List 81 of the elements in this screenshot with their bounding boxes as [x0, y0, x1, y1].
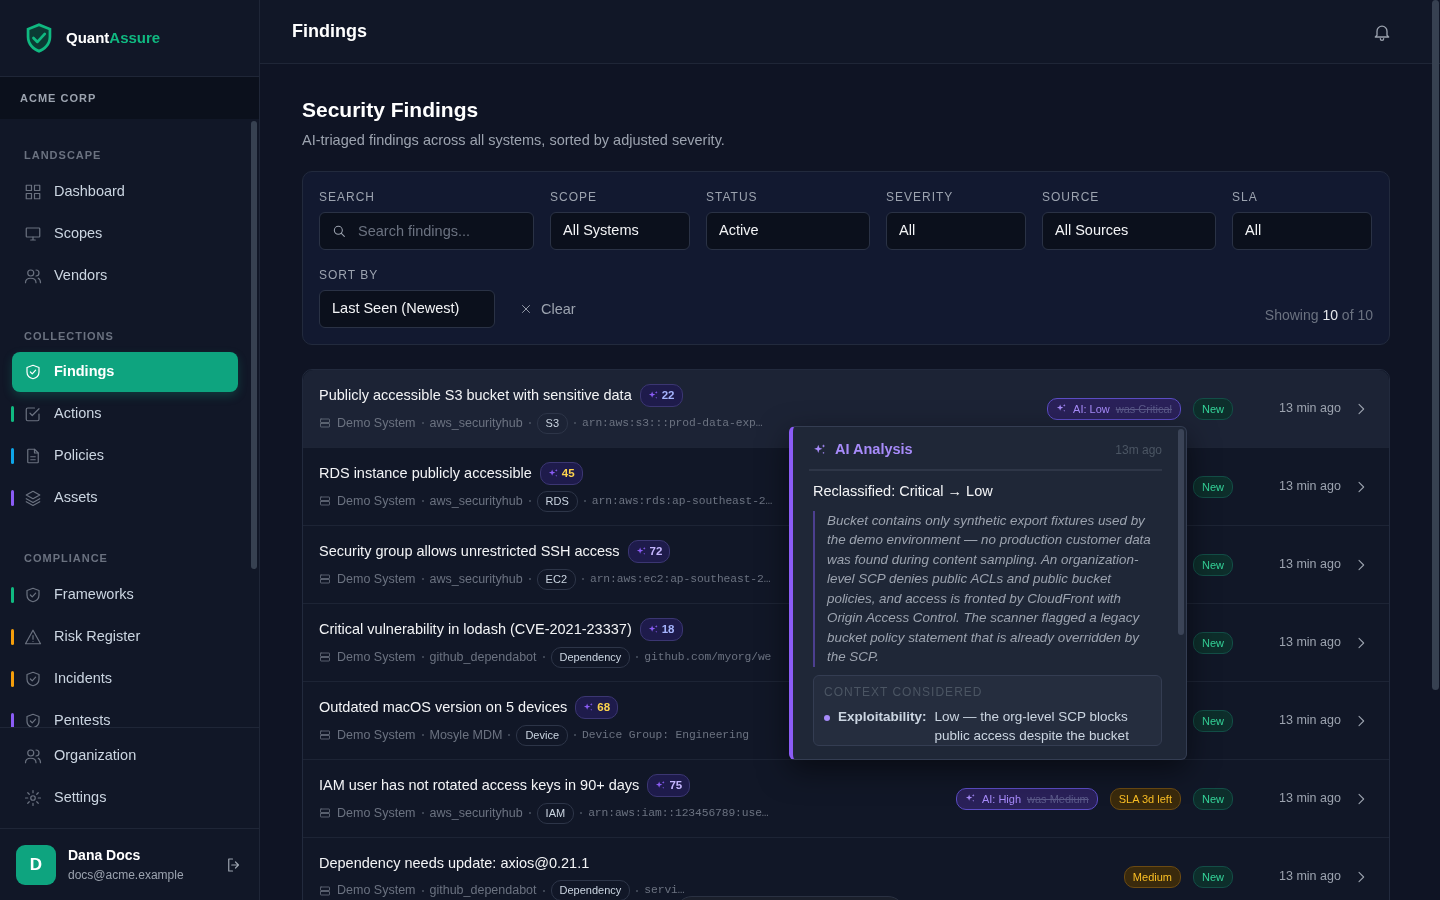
status-badge: New — [1193, 553, 1233, 576]
page-header-title: Findings — [292, 20, 367, 43]
finding-title: Security group allows unrestricted SSH access — [319, 541, 620, 561]
timestamp: 13 min ago — [1279, 712, 1341, 730]
timestamp: 13 min ago — [1279, 790, 1341, 808]
organization-name: ACME CORP — [20, 90, 97, 106]
page-title: Security Findings — [302, 97, 480, 123]
analysis-text: Bucket contains only synthetic export fixtures used by the demo environment — no production customer data was found during content sampling. An organization-level SCP denies public ACLs and public bucket policies, and access is fronted by CloudFront with Origin Access Control. The scanner flagged a legacy bucket policy statement that is already overridden by the SCP. — [827, 511, 1152, 667]
results-count: Showing 10 of 10 — [1264, 306, 1373, 326]
brand-name: QuantAssure — [66, 27, 161, 48]
source-name: aws_securityhub — [429, 493, 523, 510]
field-label: SCOPE — [550, 189, 598, 207]
field-label: SEVERITY — [886, 189, 955, 207]
timestamp: 13 min ago — [1279, 400, 1341, 418]
reclassification-heading: Reclassified: Critical → Low — [812, 482, 994, 501]
resource-id: arn:aws:ec2:ap-southeast-2… — [590, 571, 771, 587]
type-tag: EC2 — [536, 569, 576, 590]
type-tag: Device — [516, 725, 569, 746]
resource-id: github.com/myorg/we — [644, 649, 772, 665]
system-name: Demo System — [337, 415, 416, 432]
field-label: SOURCE — [1042, 189, 1101, 207]
finding-title: Outdated macOS version on 5 devices — [319, 697, 568, 717]
sla-badge: SLA 3d left — [1109, 787, 1181, 810]
user-name: Dana Docs — [68, 846, 142, 865]
user-email: docs@acme.example — [68, 867, 185, 884]
context-label: Exploitability: — [838, 707, 927, 726]
ai-severity-badge: AI: Low was Critical — [1047, 397, 1181, 420]
timestamp: 13 min ago — [1279, 478, 1341, 496]
status-badge: New — [1193, 787, 1233, 810]
field-label: STATUS — [706, 189, 759, 207]
section-heading: COMPLIANCE — [23, 551, 109, 566]
timestamp: 13 min ago — [1279, 556, 1341, 574]
status-badge: New — [1193, 475, 1233, 498]
system-name: Demo System — [337, 727, 416, 744]
score-badge: 45 — [539, 461, 583, 486]
source-name: aws_securityhub — [429, 805, 523, 822]
source-name: github_dependabot — [429, 649, 537, 666]
finding-title: RDS instance publicly accessible — [319, 463, 532, 483]
field-label: SEARCH — [319, 189, 376, 207]
system-name: Demo System — [337, 805, 416, 822]
system-name: Demo System — [337, 882, 416, 900]
resource-id: arn:aws:s3:::prod-data-exp… — [582, 415, 763, 431]
system-name: Demo System — [337, 571, 416, 588]
resource-id: servi… — [644, 883, 685, 899]
resource-id: arn:aws:iam::123456789:use… — [588, 805, 769, 821]
field-label: SORT BY — [319, 267, 380, 285]
status-badge: New — [1193, 709, 1233, 732]
finding-title: Publicly accessible S3 bucket with sensitive data — [319, 385, 632, 405]
section-heading: COLLECTIONS — [23, 328, 115, 344]
status-badge: New — [1193, 631, 1233, 654]
source-name: Mosyle MDM — [429, 727, 503, 744]
source-name: aws_securityhub — [429, 571, 523, 588]
status-badge: New — [1193, 865, 1233, 888]
system-name: Demo System — [337, 649, 416, 666]
section-heading: LANDSCAPE — [23, 148, 103, 163]
type-tag: Dependency — [550, 647, 631, 668]
finding-title: Critical vulnerability in lodash (CVE-2021-23337) — [319, 619, 632, 639]
score-badge: 75 — [647, 773, 691, 798]
page-subtitle: AI-triaged findings across all systems, sorted by adjusted severity. — [302, 130, 726, 150]
field-label: SLA — [1232, 189, 1259, 207]
context-value: Low — the org-level SCP blocks public access despite the bucket — [934, 707, 1130, 745]
resource-id: Device Group: Engineering — [582, 727, 750, 743]
user-avatar: D — [16, 844, 56, 885]
score-badge: 68 — [575, 695, 619, 720]
type-tag: IAM — [536, 803, 575, 824]
finding-title: Dependency needs update: axios@0.21.1 — [319, 853, 590, 873]
timestamp: 13 min ago — [1279, 868, 1341, 886]
type-tag: S3 — [536, 413, 569, 434]
finding-title: IAM user has not rotated access keys in 90+ days — [319, 775, 640, 795]
ai-severity-badge: AI: High was Medium — [955, 787, 1098, 810]
type-tag: RDS — [536, 491, 578, 512]
score-badge: 18 — [639, 617, 683, 642]
status-badge: New — [1193, 397, 1233, 420]
score-badge: 22 — [639, 383, 683, 408]
resource-id: arn:aws:rds:ap-southeast-2… — [591, 493, 773, 509]
timestamp: 13 min ago — [1279, 634, 1341, 652]
source-name: aws_securityhub — [429, 415, 523, 432]
source-name: github_dependabot — [429, 882, 537, 900]
score-badge: 72 — [627, 539, 671, 564]
system-name: Demo System — [337, 493, 416, 510]
severity-badge: Medium — [1123, 865, 1181, 888]
